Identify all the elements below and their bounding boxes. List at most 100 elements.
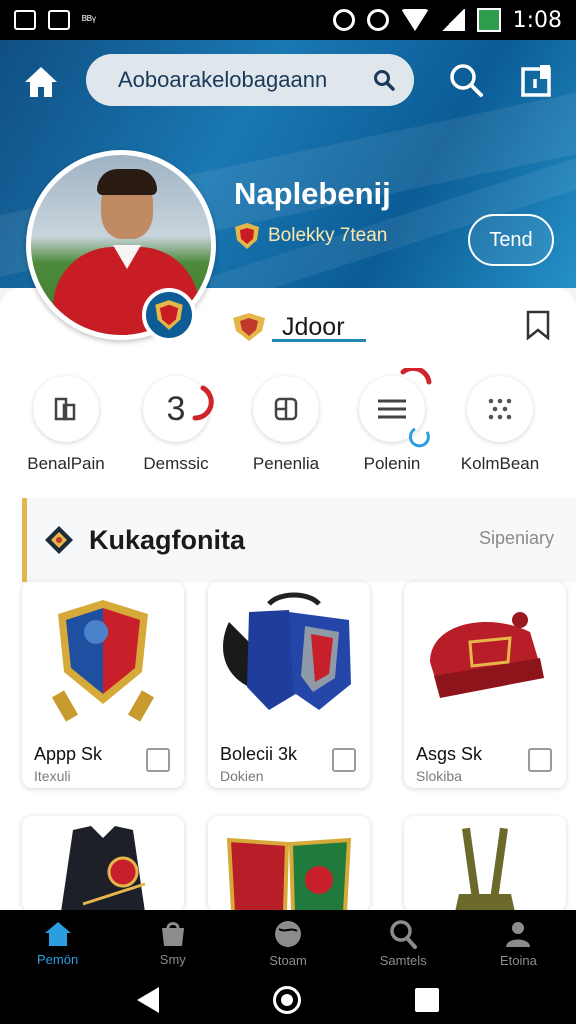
section-see-all-link[interactable]: Sipeniary — [479, 528, 554, 549]
red-arc-icon — [400, 368, 432, 385]
club-crest-icon — [155, 300, 183, 330]
nav-item-stream[interactable]: Stoam — [230, 910, 345, 976]
globe-icon — [275, 920, 301, 947]
action-circle[interactable] — [359, 368, 432, 448]
wifi-icon — [400, 9, 429, 31]
refresh-icon — [408, 427, 430, 448]
item-card[interactable]: Asgs Sk Slokiba — [404, 582, 566, 788]
club-name: Jdoor — [282, 312, 345, 341]
top-app-bar: Aoboarakelobagaann — [0, 54, 576, 110]
item-card[interactable]: Bolecii 3k Dokien — [208, 582, 370, 788]
action-kolmbean[interactable]: KolmBean — [440, 376, 560, 474]
edit-icon[interactable] — [518, 62, 556, 100]
item-add-button[interactable] — [528, 748, 552, 772]
item-subtitle: Itexuli — [34, 768, 71, 784]
battery-icon — [476, 8, 501, 32]
gloves-icon — [223, 592, 351, 710]
status-bar: ᴮᴮᵞ 1:08 — [0, 0, 576, 40]
team-name: Bolekky 7tean — [268, 225, 388, 246]
team-line: Bolekky 7tean — [234, 222, 387, 250]
item-subtitle: Slokiba — [416, 768, 462, 784]
dots-icon — [488, 398, 512, 420]
alarm-icon — [332, 9, 355, 31]
item-add-button[interactable] — [146, 748, 170, 772]
item-title: Asgs Sk — [416, 744, 483, 764]
action-polenin[interactable]: Polenin — [332, 368, 452, 474]
action-label: Penenlia — [252, 454, 320, 473]
nav-label: Samtels — [379, 952, 427, 968]
action-label: Demssic — [143, 454, 209, 473]
nav-item-search[interactable]: Samtels — [346, 910, 461, 976]
bottom-nav: Pemön Smy Stoam Samtels Etoina — [0, 910, 576, 976]
vest-icon — [61, 826, 146, 912]
bag-icon — [161, 921, 184, 946]
search-input[interactable]: Aoboarakelobagaann — [118, 67, 372, 93]
club-underline — [272, 339, 366, 342]
item-title: Appp Sk — [34, 744, 103, 764]
item-image — [22, 816, 184, 912]
beanie-icon — [430, 612, 544, 698]
item-card[interactable]: Appp Sk Itexuli — [22, 582, 184, 788]
action-label: Polenin — [363, 454, 421, 473]
system-nav-bar — [0, 976, 576, 1024]
section-title: Kukagfonita — [89, 524, 246, 555]
nav-item-profile[interactable]: Etoina — [461, 910, 576, 976]
recent-apps-icon[interactable] — [415, 988, 439, 1012]
club-row[interactable]: Jdoor — [232, 312, 345, 342]
document-icon — [54, 397, 76, 421]
item-card[interactable] — [22, 816, 184, 912]
item-image — [22, 582, 184, 732]
club-badge — [142, 288, 196, 342]
item-title: Bolecii 3k — [220, 744, 298, 764]
nav-item-shop[interactable]: Smy — [115, 910, 230, 976]
action-circle[interactable]: 3 — [143, 376, 214, 442]
item-card[interactable] — [404, 816, 566, 912]
item-image — [404, 582, 566, 732]
search-icon — [390, 919, 418, 949]
team-crest-icon — [235, 223, 259, 249]
home-icon[interactable] — [22, 64, 60, 100]
item-image — [208, 582, 370, 732]
grid-icon — [274, 397, 298, 421]
action-row: BenalPain 3 Demssic Penenlia Polenin Kol… — [0, 368, 576, 476]
action-benalpain[interactable]: BenalPain — [6, 376, 126, 474]
action-penenlia[interactable]: Penenlia — [226, 376, 346, 474]
status-right: 1:08 — [332, 7, 562, 33]
search-icon[interactable] — [372, 68, 396, 92]
person-icon — [506, 921, 531, 947]
progress-arc-icon — [192, 385, 214, 421]
item-image — [208, 816, 370, 912]
status-left: ᴮᴮᵞ — [14, 10, 96, 30]
image-notification-icon — [14, 10, 36, 30]
nav-label: Smy — [159, 951, 186, 967]
item-subtitle: Dokien — [220, 768, 264, 784]
section-header: Kukagfonita Sipeniary — [22, 498, 576, 582]
action-circle[interactable] — [467, 376, 533, 442]
bookmark-icon[interactable] — [524, 310, 552, 340]
nav-item-home[interactable]: Pemön — [0, 910, 115, 976]
home-icon — [44, 921, 71, 946]
suspenders-icon — [455, 827, 515, 912]
follow-button[interactable]: Tend — [468, 214, 554, 266]
back-icon[interactable] — [137, 987, 159, 1013]
shield-crest-icon — [51, 600, 155, 722]
home-button-icon[interactable] — [273, 986, 301, 1014]
action-demssic[interactable]: 3 Demssic — [116, 376, 236, 474]
item-add-button[interactable] — [332, 748, 356, 772]
action-circle[interactable] — [253, 376, 319, 442]
club-logo-icon — [233, 313, 265, 341]
signal-icon — [440, 9, 465, 31]
item-card[interactable] — [208, 816, 370, 912]
action-circle[interactable] — [33, 376, 99, 442]
do-not-disturb-icon — [366, 9, 389, 31]
status-time: 1:08 — [512, 7, 562, 33]
search-bar[interactable]: Aoboarakelobagaann — [86, 54, 414, 106]
action-label: KolmBean — [460, 454, 540, 473]
avatar-hair — [97, 169, 157, 195]
action-label: BenalPain — [27, 454, 105, 473]
double-crest-icon — [226, 837, 352, 912]
nav-label: Pemön — [37, 951, 79, 967]
section-crest-icon — [45, 526, 73, 554]
nav-label: Etoina — [499, 952, 537, 968]
search-button-icon[interactable] — [446, 60, 486, 100]
